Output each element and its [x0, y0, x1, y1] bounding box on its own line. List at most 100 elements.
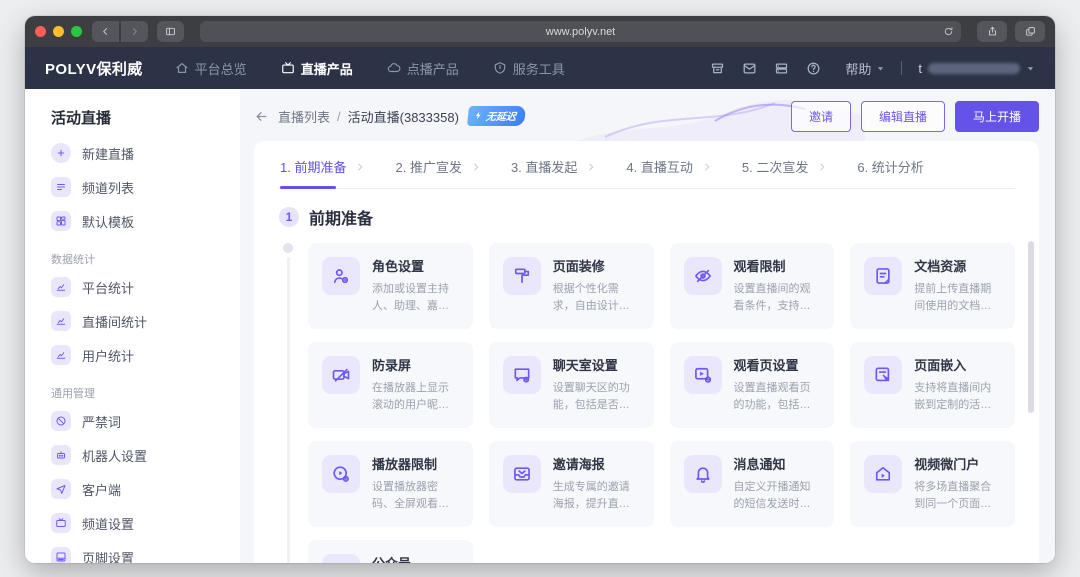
menu-item-label: 点播产品	[407, 59, 459, 78]
feature-card[interactable]: 页面装修 根据个性化需求，自由设计配置直播间元素。支持自...	[489, 243, 654, 329]
tv-icon	[51, 513, 71, 533]
timeline-dot	[283, 243, 293, 253]
feature-card[interactable]: 邀请海报 生成专属的邀请海报，提升直播间分享裂变的效果	[489, 441, 654, 527]
step-tab[interactable]: 1. 前期准备	[280, 157, 365, 188]
account-menu[interactable]: t	[918, 61, 1035, 76]
feature-card[interactable]: 文档资源 提前上传直播期间使用的文档资源，减少直播中的失...	[850, 243, 1015, 329]
chart-icon	[51, 311, 71, 331]
sidebar-item[interactable]: 频道列表	[25, 170, 240, 204]
sidebar-item[interactable]: 新建直播	[25, 136, 240, 170]
breadcrumb-separator: /	[337, 109, 341, 124]
step-tab[interactable]: 5. 二次宣发	[742, 157, 827, 188]
live-icon	[281, 61, 295, 75]
sidebar-item[interactable]: 用户统计	[25, 338, 240, 372]
reload-icon[interactable]	[943, 26, 954, 37]
breadcrumb-parent-link[interactable]: 直播列表	[278, 107, 330, 126]
feature-card-title: 防录屏	[372, 355, 459, 374]
feature-card-description: 设置播放器密码、全屏观看的方式等	[372, 479, 459, 513]
feature-card[interactable]: 角色设置 添加或设置主持人、助理、嘉宾的信息。以及新增助...	[308, 243, 473, 329]
chevron-right-icon	[471, 162, 481, 172]
sidebar-toggle-button[interactable]	[157, 21, 184, 42]
help-menu[interactable]: 帮助	[845, 59, 885, 78]
sidebar-item[interactable]: 平台统计	[25, 270, 240, 304]
address-bar[interactable]: www.polyv.net	[200, 21, 961, 42]
sidebar-item[interactable]: 默认模板	[25, 204, 240, 238]
feature-card-description: 添加或设置主持人、助理、嘉宾的信息。以及新增助...	[372, 281, 459, 315]
feature-card[interactable]: 观看页设置 设置直播观看页的功能，包括是否允许移动端观看等	[670, 342, 835, 428]
feature-card[interactable]: 消息通知 自定义开播通知的短信发送时机，观众预约直播后，...	[670, 441, 835, 527]
appbar-menu-item[interactable]: 平台总览	[175, 59, 247, 78]
action-button[interactable]: 邀请	[791, 101, 851, 132]
wechat-icon	[322, 554, 360, 563]
storage-icon[interactable]	[710, 61, 725, 76]
scrollbar-thumb[interactable]	[1028, 241, 1034, 413]
feature-card-body: 聊天室设置 设置聊天区的功能，包括是否显示欢迎语、是否支持...	[553, 354, 640, 416]
breadcrumb-current: 活动直播(3833358)	[348, 107, 459, 126]
feature-card[interactable]: 播放器限制 设置播放器密码、全屏观看的方式等	[308, 441, 473, 527]
no-delay-badge: 无延迟	[467, 106, 526, 126]
breadcrumb-back-button[interactable]	[254, 109, 269, 124]
appbar-menu-item[interactable]: 服务工具	[493, 59, 565, 78]
feature-card-body: 消息通知 自定义开播通知的短信发送时机，观众预约直播后，...	[734, 453, 821, 515]
feature-card-body: 公众号 适用于直播间引流至公众号或客服，沉淀用户至私域...	[372, 552, 459, 563]
sidebar-item[interactable]: 严禁词	[25, 404, 240, 438]
step-tab[interactable]: 2. 推广宣发	[395, 157, 480, 188]
feature-card[interactable]: 防录屏 在播放器上显示滚动的用户昵称或固定文字，达到防...	[308, 342, 473, 428]
watch-page-icon	[684, 356, 722, 394]
minimize-window-button[interactable]	[53, 26, 64, 37]
portal-icon	[864, 455, 902, 493]
feature-card-title: 公众号	[372, 553, 459, 563]
help-circle-icon[interactable]	[806, 61, 821, 76]
mail-icon[interactable]	[742, 61, 757, 76]
close-window-button[interactable]	[35, 26, 46, 37]
history-buttons	[92, 21, 148, 42]
appbar-menu-item[interactable]: 点播产品	[387, 59, 459, 78]
step-tab-label: 5. 二次宣发	[742, 157, 808, 176]
feature-card-description: 设置直播间的观看条件，支持白名单、报名观看、验...	[734, 281, 821, 315]
browser-chrome: www.polyv.net	[25, 16, 1055, 47]
action-button[interactable]: 马上开播	[955, 101, 1039, 132]
share-button[interactable]	[977, 21, 1007, 42]
caret-down-icon	[1026, 64, 1035, 73]
chevron-right-icon	[817, 162, 827, 172]
sidebar-item-label: 严禁词	[82, 412, 121, 431]
embed-icon	[864, 356, 902, 394]
feature-card[interactable]: 页面嵌入 支持将直播间内嵌到定制的活动页内	[850, 342, 1015, 428]
bell-icon	[684, 455, 722, 493]
cloud-icon	[387, 61, 401, 75]
feature-card[interactable]: 视频微门户 将多场直播聚合到同一个页面，便于活动前期的宣发...	[850, 441, 1015, 527]
feature-card[interactable]: 聊天室设置 设置聊天区的功能，包括是否显示欢迎语、是否支持...	[489, 342, 654, 428]
back-button[interactable]	[92, 21, 119, 42]
appbar-menu-item[interactable]: 直播产品	[281, 59, 353, 78]
traffic-lights	[35, 26, 82, 37]
action-button[interactable]: 编辑直播	[861, 101, 945, 132]
sidebar-item[interactable]: 机器人设置	[25, 438, 240, 472]
sidebar-item-label: 频道设置	[82, 514, 134, 533]
header-actions: 邀请编辑直播马上开播	[791, 101, 1039, 132]
caret-down-icon	[876, 64, 885, 73]
sidebar-item-label: 默认模板	[82, 212, 134, 231]
apps-icon[interactable]	[774, 61, 789, 76]
sidebar-item[interactable]: 直播间统计	[25, 304, 240, 338]
feature-card[interactable]: 公众号 适用于直播间引流至公众号或客服，沉淀用户至私域...	[308, 540, 473, 563]
sidebar-item[interactable]: 页脚设置	[25, 540, 240, 563]
step-tab[interactable]: 6. 统计分析	[857, 157, 923, 188]
step-tab[interactable]: 4. 直播互动	[626, 157, 711, 188]
browser-window: www.polyv.net POLYV保利威 平台总览 直播产品 点播产品 服务…	[25, 16, 1055, 563]
feature-card-description: 设置直播观看页的功能，包括是否允许移动端观看等	[734, 380, 821, 414]
feature-card[interactable]: 观看限制 设置直播间的观看条件，支持白名单、报名观看、验...	[670, 243, 835, 329]
sidebar-item[interactable]: 频道设置	[25, 506, 240, 540]
tab-overview-button[interactable]	[1015, 21, 1045, 42]
template-icon	[51, 211, 71, 231]
camera-off-icon	[322, 356, 360, 394]
sidebar-item[interactable]: 客户端	[25, 472, 240, 506]
step-tab[interactable]: 3. 直播发起	[511, 157, 596, 188]
zoom-window-button[interactable]	[71, 26, 82, 37]
player-lock-icon	[322, 455, 360, 493]
sidebar-item-label: 客户端	[82, 480, 121, 499]
forward-button[interactable]	[121, 21, 148, 42]
bolt-icon	[474, 111, 484, 120]
eye-off-icon	[684, 257, 722, 295]
document-icon	[864, 257, 902, 295]
menu-item-label: 服务工具	[513, 59, 565, 78]
